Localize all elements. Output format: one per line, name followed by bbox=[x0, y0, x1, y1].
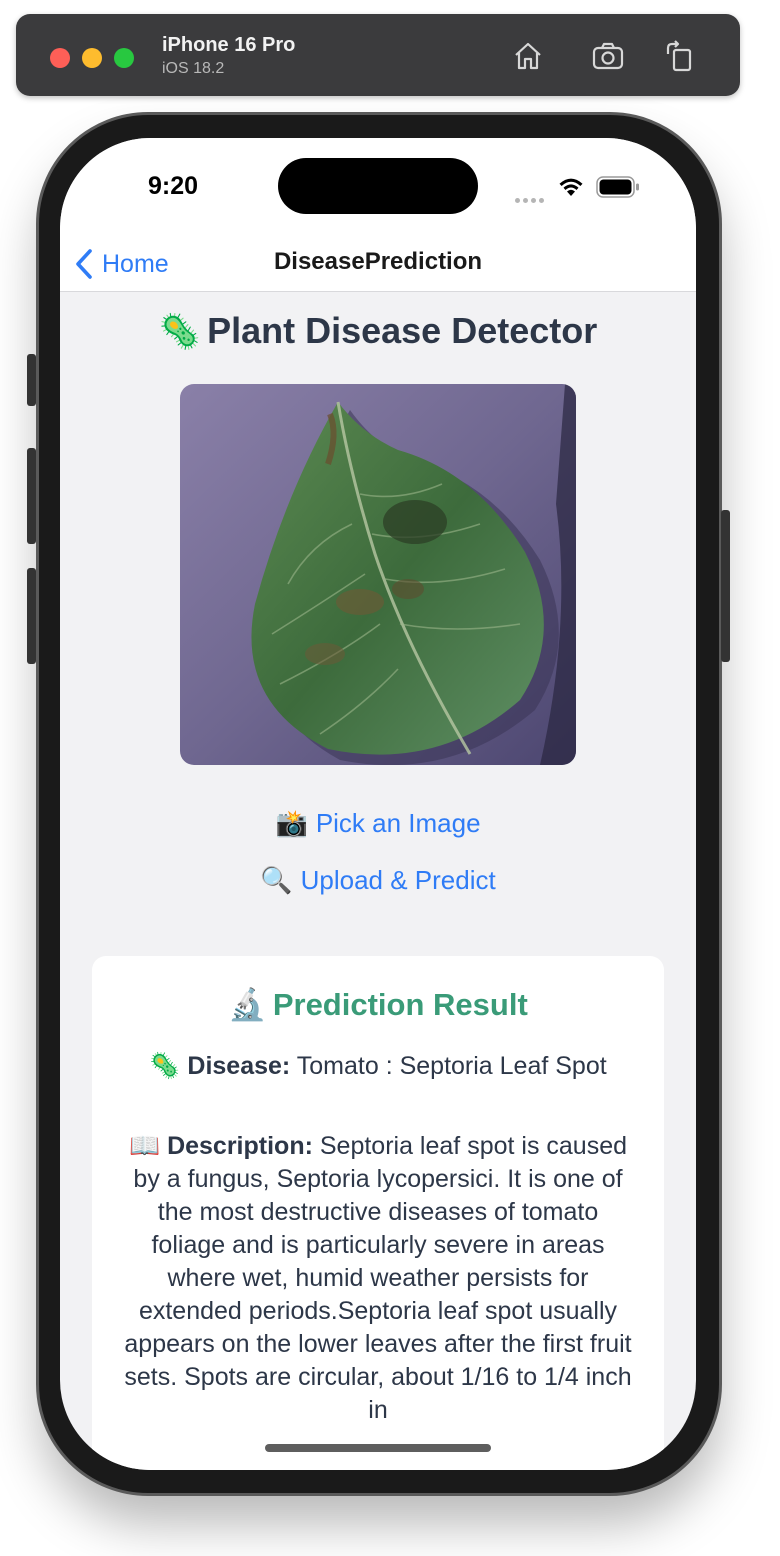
page-title-text: Plant Disease Detector bbox=[207, 310, 598, 351]
description-label: Description: bbox=[167, 1132, 313, 1160]
disease-line: 🦠 Disease: Tomato : Septoria Leaf Spot bbox=[122, 1050, 634, 1083]
home-indicator[interactable] bbox=[265, 1444, 491, 1452]
volume-up-side-button bbox=[27, 448, 36, 544]
virus-icon: 🦠 bbox=[149, 1052, 181, 1080]
description-value: Septoria leaf spot is caused by a fungus… bbox=[124, 1132, 632, 1424]
volume-down-side-button bbox=[27, 568, 36, 664]
upload-predict-button[interactable]: 🔍 Upload & Predict bbox=[60, 865, 696, 896]
dynamic-island bbox=[278, 158, 478, 214]
cellular-signal-icon bbox=[515, 190, 549, 203]
minimize-window-button[interactable] bbox=[82, 48, 102, 68]
close-window-button[interactable] bbox=[50, 48, 70, 68]
page-title: 🦠 Plant Disease Detector bbox=[60, 310, 696, 352]
result-title: 🔬 Prediction Result bbox=[92, 986, 664, 1023]
upload-predict-label: Upload & Predict bbox=[300, 865, 496, 895]
action-side-button bbox=[27, 354, 36, 406]
disease-label: Disease: bbox=[187, 1052, 291, 1080]
power-side-button bbox=[721, 510, 730, 662]
phone-screen: 9:20 Home DiseasePrediction 🦠 Plant Dise… bbox=[60, 138, 696, 1470]
simulator-device-name: iPhone 16 Pro bbox=[162, 34, 296, 56]
description-line: 📖 Description: Septoria leaf spot is cau… bbox=[122, 1130, 634, 1427]
magnifier-icon: 🔍 bbox=[260, 865, 293, 895]
status-bar: 9:20 bbox=[60, 138, 696, 238]
result-title-text: Prediction Result bbox=[272, 987, 528, 1022]
nav-title: DiseasePrediction bbox=[273, 248, 483, 275]
camera-flash-icon: 📸 bbox=[275, 808, 308, 838]
battery-icon bbox=[596, 176, 640, 198]
prediction-result-card: 🔬 Prediction Result 🦠 Disease: Tomato : S… bbox=[92, 956, 664, 1470]
main-content[interactable]: 🦠 Plant Disease Detector 📸 Pick an Image… bbox=[60, 292, 696, 1470]
rotate-icon[interactable] bbox=[662, 38, 698, 74]
zoom-window-button[interactable] bbox=[114, 48, 134, 68]
simulator-title-bar: iPhone 16 Pro iOS 18.2 bbox=[16, 14, 740, 96]
home-icon[interactable] bbox=[510, 38, 546, 74]
navigation-bar: Home DiseasePrediction bbox=[60, 238, 696, 292]
status-time: 9:20 bbox=[148, 172, 199, 200]
screenshot-icon[interactable] bbox=[590, 38, 626, 74]
disease-value: Tomato : Septoria Leaf Spot bbox=[296, 1052, 607, 1080]
microscope-icon: 🔬 bbox=[228, 987, 267, 1022]
selected-leaf-image bbox=[180, 384, 576, 765]
simulator-os-version: iOS 18.2 bbox=[162, 60, 225, 77]
wifi-icon bbox=[556, 174, 586, 198]
virus-icon: 🦠 bbox=[158, 313, 202, 351]
pick-image-button[interactable]: 📸 Pick an Image bbox=[60, 808, 696, 839]
pick-image-label: Pick an Image bbox=[315, 808, 481, 838]
book-icon: 📖 bbox=[128, 1132, 161, 1160]
